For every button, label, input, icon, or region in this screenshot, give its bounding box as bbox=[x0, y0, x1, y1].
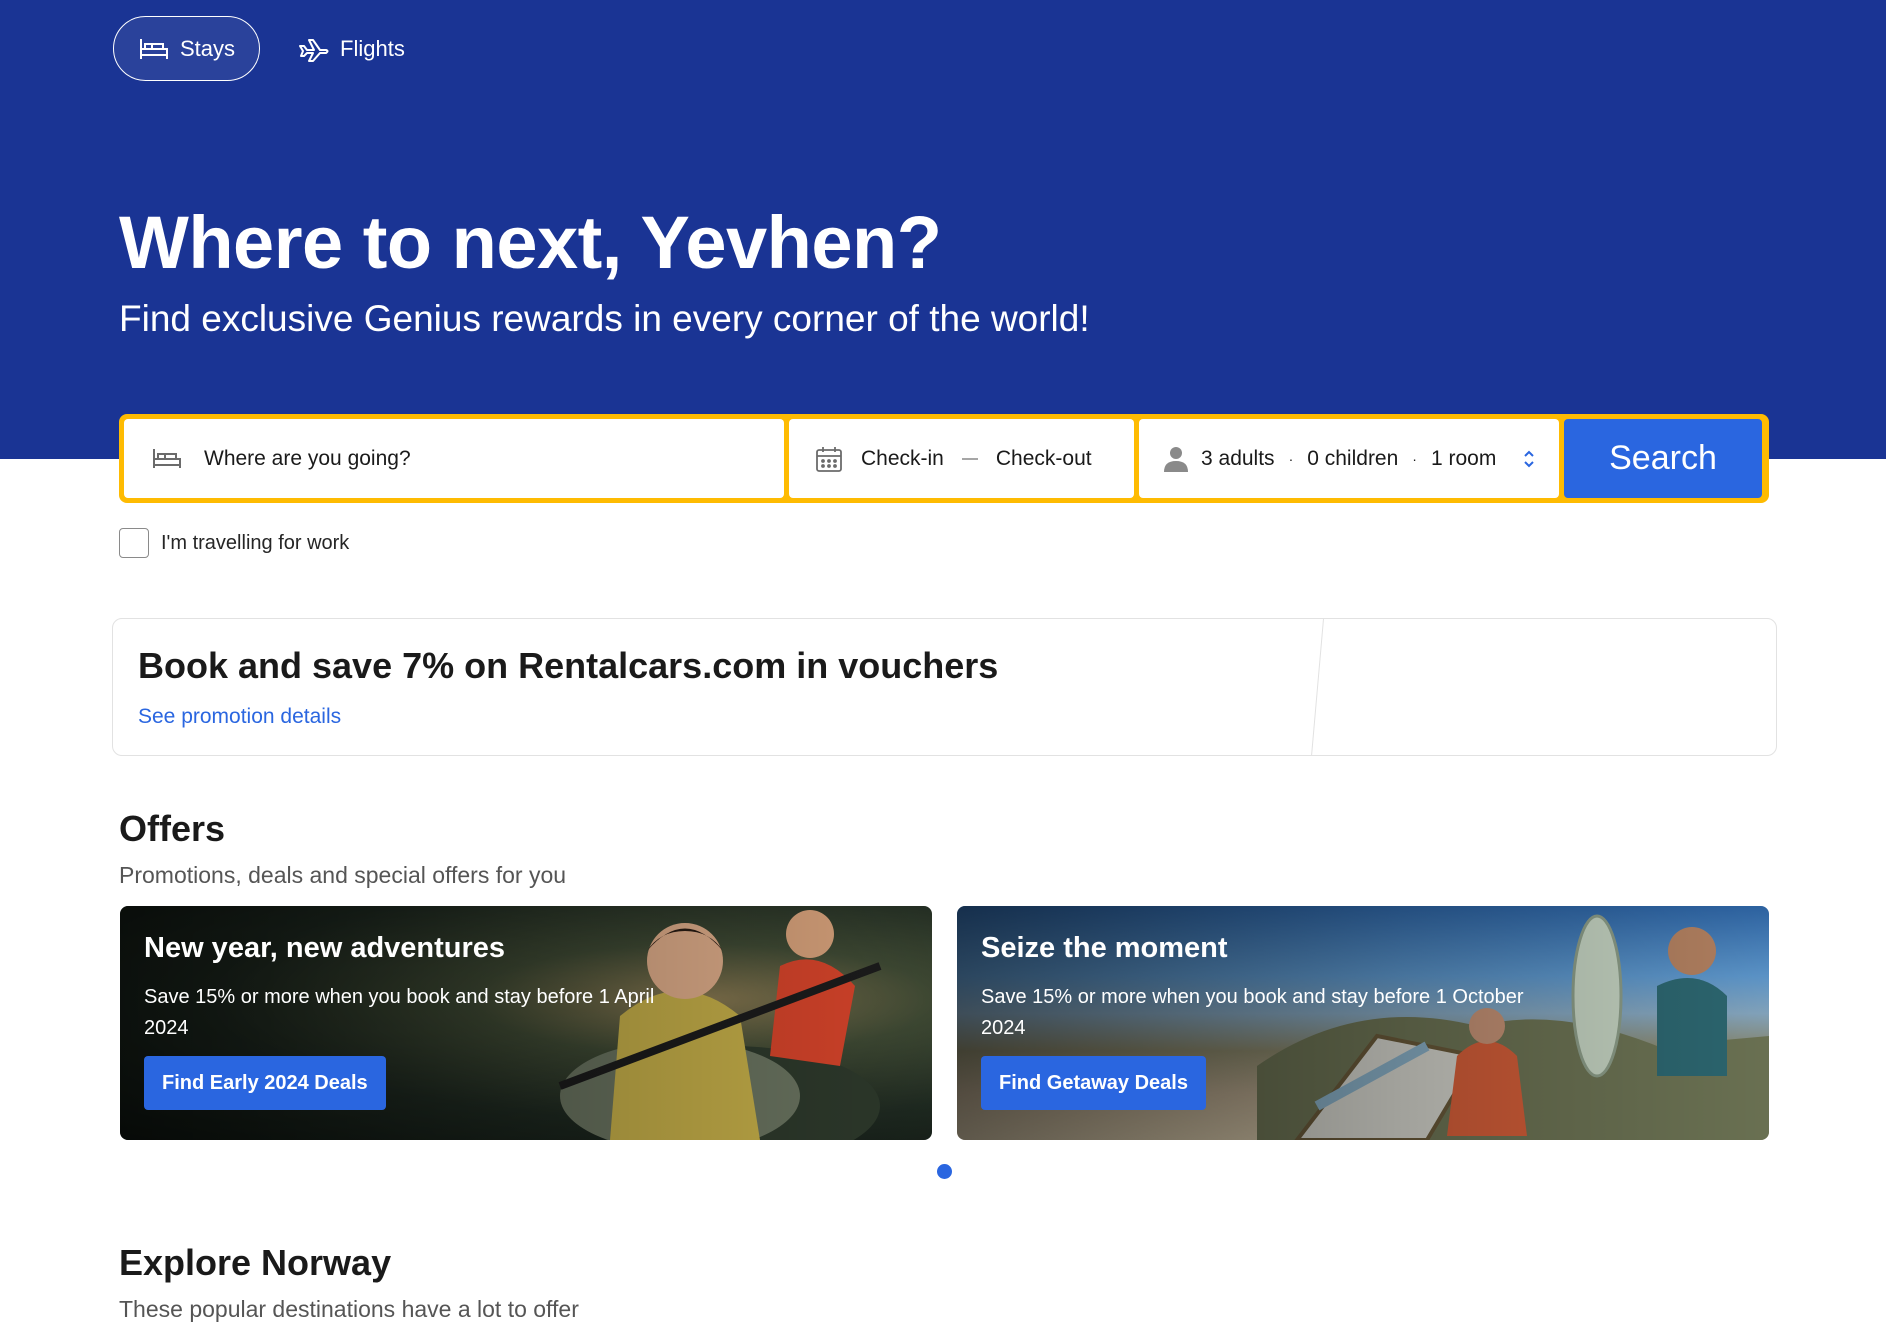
calendar-icon bbox=[816, 446, 842, 472]
airplane-icon bbox=[299, 38, 329, 62]
search-button[interactable]: Search bbox=[1564, 419, 1762, 498]
carousel-page-indicator[interactable] bbox=[937, 1164, 952, 1179]
offers-subtitle: Promotions, deals and special offers for… bbox=[119, 862, 567, 888]
tab-stays-label: Stays bbox=[180, 35, 236, 61]
search-bar: Where are you going? Check-in Check-out … bbox=[119, 414, 1769, 503]
offers-title: Offers bbox=[119, 808, 226, 849]
offer-card-text: Save 15% or more when you book and stay … bbox=[144, 986, 655, 1039]
destination-placeholder: Where are you going? bbox=[204, 446, 411, 470]
work-travel-label: I'm travelling for work bbox=[161, 531, 350, 554]
find-early-deals-button[interactable]: Find Early 2024 Deals bbox=[144, 1056, 386, 1110]
product-tabs: Stays Flights bbox=[113, 16, 429, 81]
person-icon bbox=[1164, 446, 1188, 472]
offer-card-text: Save 15% or more when you book and stay … bbox=[981, 986, 1524, 1039]
promo-details-link[interactable]: See promotion details bbox=[138, 705, 341, 729]
checkout-label: Check-out bbox=[995, 446, 1092, 470]
date-separator bbox=[961, 457, 978, 460]
destination-field[interactable]: Where are you going? bbox=[124, 419, 784, 498]
hero-subtitle: Find exclusive Genius rewards in every c… bbox=[119, 298, 1090, 339]
offer-card-title: Seize the moment bbox=[981, 932, 1228, 964]
work-travel-option: I'm travelling for work bbox=[119, 528, 349, 558]
promo-title: Book and save 7% on Rentalcars.com in vo… bbox=[138, 645, 999, 686]
tab-flights-label: Flights bbox=[340, 35, 405, 61]
bed-icon bbox=[140, 38, 168, 59]
offer-card-title: New year, new adventures bbox=[144, 932, 506, 964]
explore-subtitle: These popular destinations have a lot to… bbox=[119, 1296, 579, 1322]
offer-card[interactable]: Seize the moment Save 15% or more when y… bbox=[957, 906, 1769, 1140]
bed-icon bbox=[153, 448, 181, 468]
rooms-count: 1 room bbox=[1430, 446, 1497, 470]
date-range-field[interactable]: Check-in Check-out bbox=[789, 419, 1134, 498]
checkin-label: Check-in bbox=[861, 446, 944, 470]
explore-title: Explore Norway bbox=[119, 1242, 392, 1283]
tab-flights[interactable]: Flights bbox=[274, 16, 429, 81]
children-count: 0 children bbox=[1307, 446, 1399, 470]
adults-count: 3 adults bbox=[1201, 446, 1275, 470]
separator-dot: · bbox=[1288, 450, 1294, 467]
tab-stays[interactable]: Stays bbox=[113, 16, 261, 81]
separator-dot: · bbox=[1412, 450, 1417, 467]
promo-divider bbox=[1310, 619, 1339, 755]
find-getaway-deals-button[interactable]: Find Getaway Deals bbox=[981, 1056, 1206, 1110]
hero-title: Where to next, Yevhen? bbox=[119, 201, 942, 284]
work-travel-checkbox[interactable] bbox=[119, 528, 149, 558]
occupancy-field[interactable]: 3 adults · 0 children · 1 room bbox=[1139, 419, 1559, 498]
promotion-banner: Book and save 7% on Rentalcars.com in vo… bbox=[112, 618, 1777, 756]
offer-card[interactable]: New year, new adventures Save 15% or mor… bbox=[120, 906, 932, 1140]
chevron-up-down-icon bbox=[1524, 450, 1535, 467]
